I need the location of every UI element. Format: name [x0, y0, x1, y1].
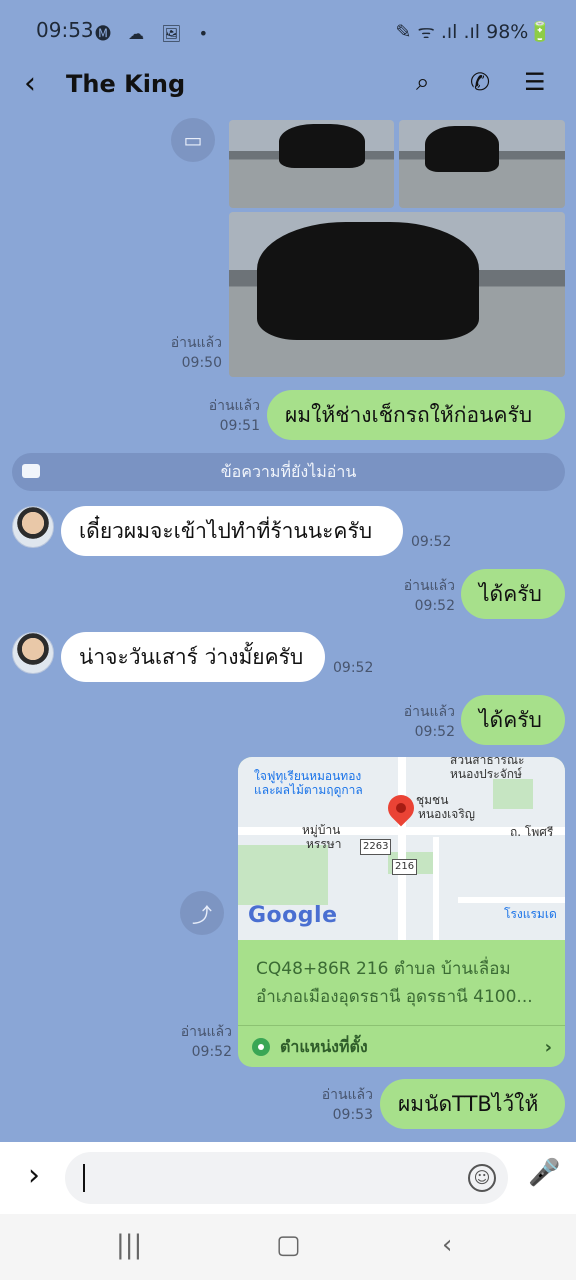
location-address-line1: CQ48+86R 216 ตำบล บ้านเลื่อม [256, 959, 511, 979]
read-receipt: อ่านแล้ว 09:50 [170, 335, 222, 371]
back-nav-icon[interactable]: ‹ [442, 1230, 452, 1260]
avatar[interactable] [12, 506, 54, 548]
car-photo-1[interactable] [229, 120, 394, 208]
divider [238, 1025, 565, 1026]
location-link[interactable]: ตำแหน่งที่ตั้ง › [252, 1033, 552, 1061]
map-label: หนองเจริญ [418, 807, 475, 821]
mic-icon[interactable]: 🎤 [528, 1158, 560, 1188]
system-nav-bar: ||| ▢ ‹ [0, 1214, 576, 1280]
car-photo-3[interactable] [229, 212, 565, 377]
message-bubble-out[interactable]: ได้ครับ [461, 569, 565, 619]
expand-icon[interactable]: › [28, 1158, 40, 1193]
emoji-icon[interactable]: ☺ [468, 1164, 496, 1192]
unread-divider: ข้อความที่ยังไม่อ่าน [12, 453, 565, 491]
message-input-bar: › ☺ 🎤 [0, 1142, 576, 1214]
car-photo-2[interactable] [399, 120, 565, 208]
status-right: ✎ ᯤ .ıl .ıl 98%🔋 [395, 21, 552, 43]
map-label: ใจฟูทุเรียนหมอนทอง [254, 769, 362, 783]
message-bubble-in[interactable]: น่าจะวันเสาร์ ว่างมั้ยครับ [61, 632, 325, 682]
status-bar: 09:53 🅜 ☁ 🖼 • ✎ ᯤ .ıl .ıl 98%🔋 [0, 0, 576, 58]
map-label: สวนสาธารณะ [450, 757, 525, 767]
album-icon[interactable]: ▭ [171, 118, 215, 162]
message-bubble-out[interactable]: ผมให้ช่างเช็กรถให้ก่อนครับ [267, 390, 565, 440]
tag-icon [22, 464, 40, 478]
message-bubble-out[interactable]: ได้ครับ [461, 695, 565, 745]
map-pin-icon [382, 789, 420, 827]
message-field-wrap[interactable]: ☺ [65, 1152, 508, 1204]
map-label: หมู่บ้าน [302, 823, 341, 837]
road-sign: 216 [392, 859, 418, 875]
location-icon [252, 1038, 270, 1056]
message-bubble-out[interactable]: ผมนัดTTBไว้ให้ [380, 1079, 565, 1129]
message-input[interactable] [83, 1164, 443, 1192]
chat-header: ‹ The King ⌕ ✆ ☰ [0, 58, 576, 112]
read-receipt: อ่านแล้ว 09:51 [208, 398, 260, 434]
chat-title: The King [66, 70, 186, 98]
read-receipt: อ่านแล้ว 09:53 [321, 1087, 373, 1123]
map-label: และผลไม้ตามฤดูกาล [254, 783, 363, 797]
status-time: 09:53 [36, 18, 94, 42]
notification-icons: 🅜 ☁ 🖼 • [95, 24, 215, 43]
share-icon[interactable]: ⤴ [180, 891, 224, 935]
google-logo: Google [248, 903, 338, 928]
read-receipt: อ่านแล้ว 09:52 [180, 1024, 232, 1060]
map-label: โรงแรมเด [504, 907, 557, 921]
call-icon[interactable]: ✆ [470, 68, 490, 96]
map-preview[interactable]: ใจฟูทุเรียนหมอนทอง และผลไม้ตามฤดูกาล หมู… [238, 757, 565, 940]
recents-icon[interactable]: ||| [116, 1230, 142, 1260]
chat-area[interactable]: ▭ อ่านแล้ว 09:50 อ่านแล้ว 09:51 ผมให้ช่างเ… [0, 112, 576, 1142]
avatar[interactable] [12, 632, 54, 674]
map-label: ถ. โพศรี [510, 825, 554, 839]
road-sign: 2263 [360, 839, 392, 855]
menu-icon[interactable]: ☰ [524, 68, 546, 96]
message-time: 09:52 [333, 660, 374, 676]
map-label: ชุมชน [416, 793, 449, 807]
search-icon[interactable]: ⌕ [416, 68, 429, 96]
read-receipt: อ่านแล้ว 09:52 [403, 704, 455, 740]
home-icon[interactable]: ▢ [276, 1230, 301, 1260]
chevron-right-icon: › [544, 1036, 552, 1058]
back-icon[interactable]: ‹ [24, 66, 36, 101]
location-address-line2: อำเภอเมืองอุดรธานี อุดรธานี 4100... [256, 987, 533, 1007]
read-receipt: อ่านแล้ว 09:52 [403, 578, 455, 614]
message-time: 09:52 [411, 534, 452, 550]
map-label: หรรษา [306, 837, 342, 851]
message-bubble-in[interactable]: เดี๋ยวผมจะเข้าไปทำที่ร้านนะครับ [61, 506, 403, 556]
location-card[interactable]: ใจฟูทุเรียนหมอนทอง และผลไม้ตามฤดูกาล หมู… [238, 757, 565, 1067]
map-label: หนองประจักษ์ [450, 767, 522, 781]
